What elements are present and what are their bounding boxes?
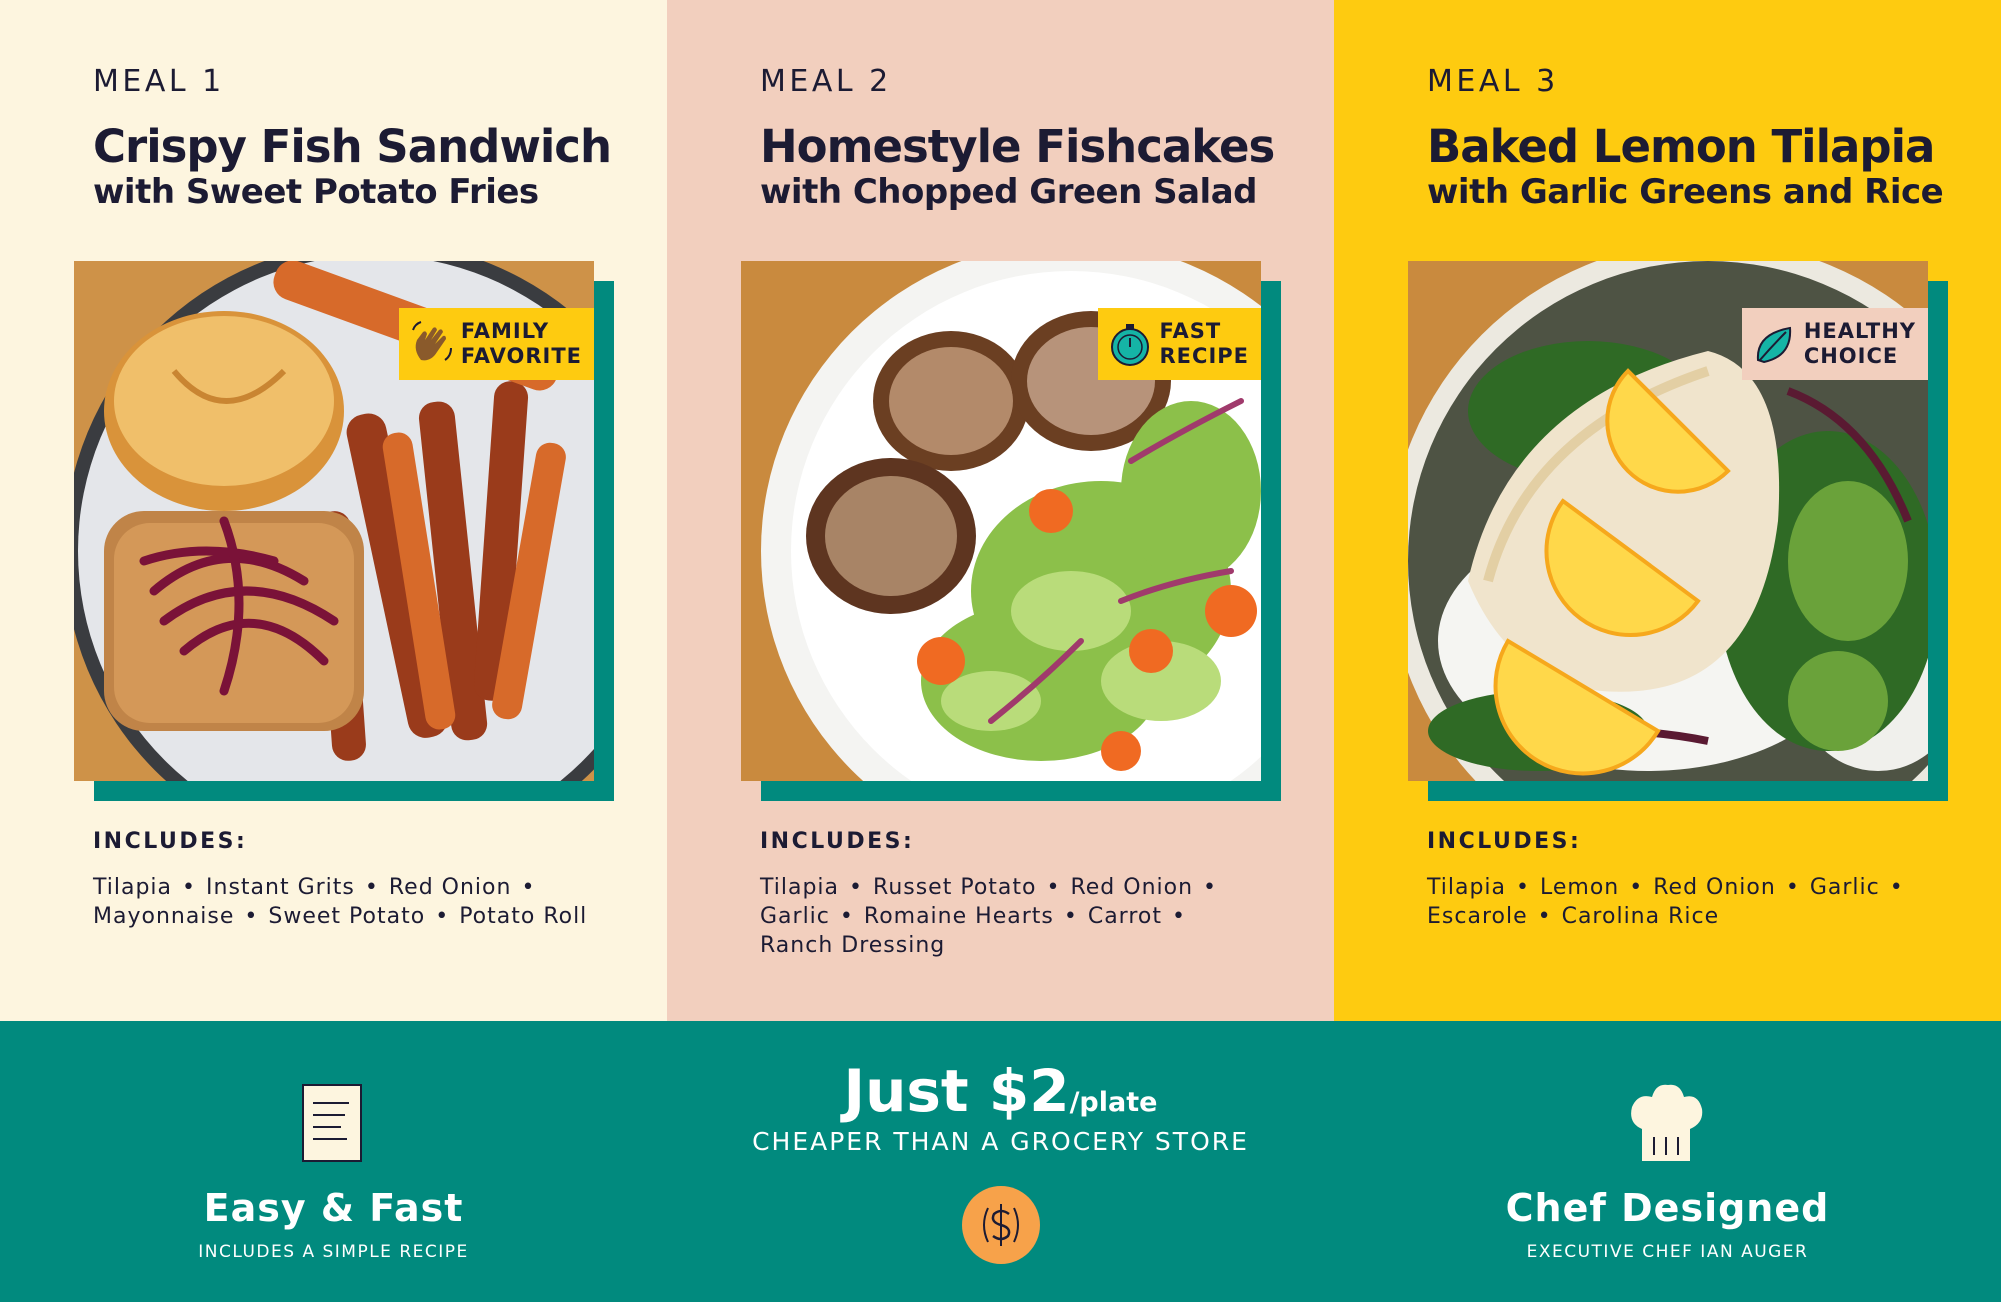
- ingredient: Red Onion: [1070, 875, 1194, 900]
- ingredient: Red Onion: [388, 875, 512, 900]
- separator: •: [435, 904, 450, 929]
- feature-title: Chef Designed: [1505, 1186, 1830, 1230]
- ingredient: Romaine Hearts: [863, 904, 1054, 929]
- separator: •: [1203, 875, 1218, 900]
- separator: •: [1046, 875, 1061, 900]
- meal-photo: FAST RECIPE: [741, 261, 1261, 781]
- separator: •: [1516, 875, 1531, 900]
- ingredient: Lemon: [1540, 875, 1620, 900]
- separator: •: [521, 875, 536, 900]
- ingredient: Tilapia: [1427, 875, 1507, 900]
- separator: •: [1063, 904, 1078, 929]
- ingredient: Red Onion: [1653, 875, 1776, 900]
- includes-label: INCLUDES:: [760, 829, 915, 854]
- ingredient: Mayonnaise: [93, 904, 235, 929]
- ingredient: Russet Potato: [873, 875, 1037, 900]
- ingredient: Tilapia: [93, 875, 173, 900]
- ingredient: Escarole: [1427, 904, 1528, 929]
- leaf-icon: [1748, 318, 1800, 370]
- separator: •: [182, 875, 197, 900]
- feature-subtitle: EXECUTIVE CHEF IAN AUGER: [1526, 1242, 1809, 1262]
- badge-family-favorite: FAMILY FAVORITE: [398, 308, 594, 380]
- feature-subtitle: INCLUDES A SIMPLE RECIPE: [198, 1242, 469, 1262]
- includes-label: INCLUDES:: [1427, 829, 1582, 854]
- ingredient: Garlic: [1809, 875, 1880, 900]
- ingredient: Ranch Dressing: [760, 933, 946, 958]
- separator: •: [364, 875, 379, 900]
- badge-fast-recipe: FAST RECIPE: [1097, 308, 1261, 380]
- badge-healthy-choice: HEALTHY CHOICE: [1741, 308, 1928, 380]
- ingredient: Tilapia: [760, 875, 840, 900]
- meal-photo: HEALTHY CHOICE: [1408, 261, 1928, 781]
- ingredient: Garlic: [760, 904, 830, 929]
- dollar-coin-icon: [960, 1184, 1042, 1271]
- separator: •: [1171, 904, 1186, 929]
- separator: •: [1889, 875, 1904, 900]
- ingredient-list: Tilapia • Lemon • Red Onion • Garlic • Escarole…: [1427, 873, 1947, 931]
- meal-label: MEAL 3: [1427, 64, 1559, 99]
- ingredient-list: Tilapia • Russet Potato • Red Onion • Garlic •…: [760, 873, 1280, 960]
- includes-label: INCLUDES:: [93, 829, 248, 854]
- badge-line-1: FAST: [1159, 319, 1222, 343]
- ingredient: Sweet Potato: [268, 904, 426, 929]
- badge-line-1: HEALTHY: [1803, 319, 1916, 343]
- separator: •: [1629, 875, 1644, 900]
- badge-line-1: FAMILY: [460, 319, 550, 343]
- meal-panel-1: MEAL 1 Crispy Fish Sandwich with Sweet P…: [0, 0, 667, 1021]
- chef-hat-icon: [1628, 1083, 1704, 1168]
- separator: •: [849, 875, 864, 900]
- separator: •: [1785, 875, 1800, 900]
- ingredient-list: Tilapia • Instant Grits • Red Onion • Mayonna…: [93, 873, 613, 931]
- meal-title: Baked Lemon Tilapia: [1427, 120, 1935, 173]
- meal-label: MEAL 1: [93, 64, 225, 99]
- meal-title: Crispy Fish Sandwich: [93, 120, 612, 173]
- meal-panel-3: MEAL 3 Baked Lemon Tilapia with Garlic G…: [1334, 0, 2001, 1021]
- price-amount: Just $2: [843, 1057, 1070, 1125]
- meal-subtitle: with Sweet Potato Fries: [93, 172, 539, 212]
- feature-title: Easy & Fast: [203, 1186, 464, 1230]
- ingredient: Carrot: [1087, 904, 1162, 929]
- badge-line-2: FAVORITE: [460, 344, 582, 368]
- meal-panel-2: MEAL 2 Homestyle Fishcakes with Chopped …: [667, 0, 1334, 1021]
- meal-label: MEAL 2: [760, 64, 892, 99]
- meal-subtitle: with Chopped Green Salad: [760, 172, 1258, 212]
- separator: •: [1537, 904, 1552, 929]
- meal-title: Homestyle Fishcakes: [760, 120, 1275, 173]
- waving-hand-icon: [405, 318, 457, 370]
- ingredient: Potato Roll: [459, 904, 588, 929]
- price-unit: /plate: [1069, 1087, 1158, 1118]
- separator: •: [839, 904, 854, 929]
- meal-subtitle: with Garlic Greens and Rice: [1427, 172, 1944, 212]
- badge-line-2: CHOICE: [1803, 344, 1899, 368]
- ingredient: Instant Grits: [206, 875, 355, 900]
- badge-line-2: RECIPE: [1159, 344, 1249, 368]
- footer-banner: Easy & Fast INCLUDES A SIMPLE RECIPE Jus…: [0, 1021, 2001, 1302]
- separator: •: [244, 904, 259, 929]
- stopwatch-icon: [1104, 318, 1156, 370]
- ingredient: Carolina Rice: [1561, 904, 1720, 929]
- meal-photo: FAMILY FAVORITE: [74, 261, 594, 781]
